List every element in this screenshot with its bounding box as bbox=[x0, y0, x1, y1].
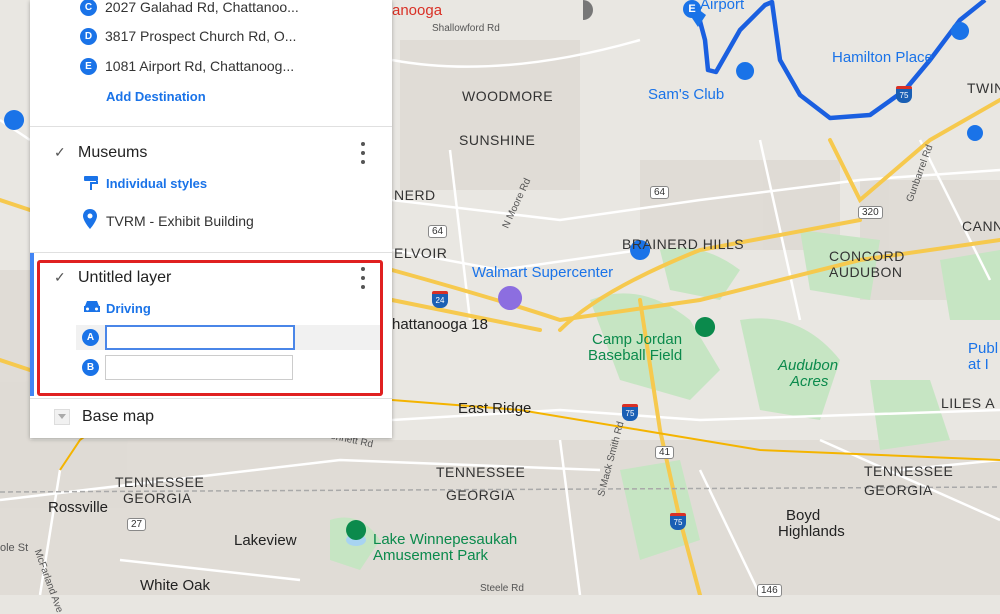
place-white-oak: White Oak bbox=[140, 577, 211, 594]
poi-lake-winnepesaukah-line1[interactable]: Lake Winnepesaukah bbox=[373, 531, 517, 548]
destination-badge: E bbox=[80, 57, 97, 75]
area-liles: LILES A bbox=[941, 395, 996, 411]
shield-i75-c: 75 bbox=[670, 513, 686, 530]
state-georgia-right: GEORGIA bbox=[864, 482, 933, 498]
place-rossville: Rossville bbox=[48, 499, 109, 516]
shield-sr146: 146 bbox=[757, 584, 782, 597]
road-label-steele: Steele Rd bbox=[480, 583, 524, 594]
layers-panel: C 2027 Galahad Rd, Chattanoo... D 3817 P… bbox=[30, 0, 392, 438]
place-boyd: Boyd bbox=[786, 507, 821, 524]
add-destination-link[interactable]: Add Destination bbox=[106, 89, 206, 104]
poi-publ-line1[interactable]: Publ bbox=[968, 340, 998, 357]
museums-layer-checkbox[interactable]: ✓ bbox=[54, 145, 68, 159]
base-map-toggle[interactable]: Base map bbox=[54, 408, 154, 426]
poi-camp-jordan-line2[interactable]: Baseball Field bbox=[588, 347, 682, 364]
destination-badge: D bbox=[80, 27, 97, 45]
area-sunshine: SUNSHINE bbox=[459, 132, 536, 148]
poi-publ-line2[interactable]: at I bbox=[968, 356, 989, 373]
destination-d[interactable]: D 3817 Prospect Church Rd, O... bbox=[80, 26, 296, 46]
divider bbox=[30, 252, 392, 253]
area-twin: TWIN bbox=[967, 80, 1000, 96]
area-audubon: AUDUBON bbox=[829, 264, 903, 280]
state-georgia-left: GEORGIA bbox=[123, 490, 192, 506]
shield-sr320: 320 bbox=[858, 206, 883, 219]
area-nerd: NERD bbox=[394, 187, 436, 203]
poi-airport[interactable]: Airport bbox=[700, 0, 744, 13]
highlight-box bbox=[37, 260, 383, 396]
location-pin-icon bbox=[83, 209, 97, 229]
destination-e[interactable]: E 1081 Airport Rd, Chattanoog... bbox=[80, 56, 294, 76]
destination-text: 1081 Airport Rd, Chattanoog... bbox=[105, 58, 295, 74]
paint-roller-icon bbox=[84, 176, 98, 190]
area-elvoir: ELVOIR bbox=[394, 245, 448, 261]
road-label-shallowford: Shallowford Rd bbox=[432, 23, 500, 34]
shield-us41: 41 bbox=[655, 446, 675, 459]
place-highlands: Highlands bbox=[778, 523, 845, 540]
active-layer-indicator bbox=[30, 253, 34, 396]
museum-item-tvrm[interactable]: TVRM - Exhibit Building bbox=[106, 213, 254, 229]
base-map-expand-icon[interactable] bbox=[54, 409, 70, 425]
individual-styles-link[interactable]: Individual styles bbox=[106, 176, 207, 191]
area-concord: CONCORD bbox=[829, 248, 905, 264]
poi-walmart[interactable]: Walmart Supercenter bbox=[472, 264, 613, 281]
base-map-label: Base map bbox=[82, 408, 155, 425]
state-tennessee-center: TENNESSEE bbox=[436, 464, 526, 480]
road-label-ole-st: ole St bbox=[0, 542, 29, 554]
divider bbox=[30, 126, 392, 127]
poi-sams-club[interactable]: Sam's Club bbox=[648, 86, 724, 103]
area-woodmore: WOODMORE bbox=[462, 88, 554, 104]
museums-layer-options-icon[interactable] bbox=[358, 142, 368, 164]
poi-audubon-acres-line1[interactable]: Audubon bbox=[778, 357, 838, 374]
shield-i24: 24 bbox=[432, 291, 448, 308]
poi-hamilton-place[interactable]: Hamilton Place bbox=[832, 49, 933, 66]
destination-text: 2027 Galahad Rd, Chattanoo... bbox=[105, 0, 299, 15]
poi-audubon-acres-line2[interactable]: Acres bbox=[790, 373, 828, 390]
divider bbox=[30, 398, 392, 399]
shield-sr27: 27 bbox=[127, 518, 147, 531]
shield-i75-a: 75 bbox=[896, 86, 912, 103]
place-east-ridge: East Ridge bbox=[458, 400, 532, 417]
area-brainerd-hills: BRAINERD HILLS bbox=[622, 236, 745, 252]
shield-us64-b: 64 bbox=[428, 225, 448, 238]
poi-chattanooga-18[interactable]: hattanooga 18 bbox=[392, 316, 488, 333]
area-canni: CANNI bbox=[962, 218, 1000, 234]
map-label-chattanooga: anooga bbox=[392, 2, 443, 19]
route-marker-e[interactable]: E bbox=[683, 0, 701, 18]
state-georgia-center: GEORGIA bbox=[446, 487, 515, 503]
place-lakeview: Lakeview bbox=[234, 532, 297, 549]
destination-c[interactable]: C 2027 Galahad Rd, Chattanoo... bbox=[80, 0, 299, 17]
state-tennessee-left: TENNESSEE bbox=[115, 474, 205, 490]
poi-lake-winnepesaukah-line2[interactable]: Amusement Park bbox=[373, 547, 488, 564]
poi-camp-jordan-line1[interactable]: Camp Jordan bbox=[592, 331, 682, 348]
state-tennessee-right: TENNESSEE bbox=[864, 463, 954, 479]
destination-text: 3817 Prospect Church Rd, O... bbox=[105, 28, 297, 44]
shield-i75-b: 75 bbox=[622, 404, 638, 421]
museums-layer-title[interactable]: Museums bbox=[78, 144, 147, 162]
shield-us64-a: 64 bbox=[650, 186, 670, 199]
destination-badge: C bbox=[80, 0, 97, 16]
